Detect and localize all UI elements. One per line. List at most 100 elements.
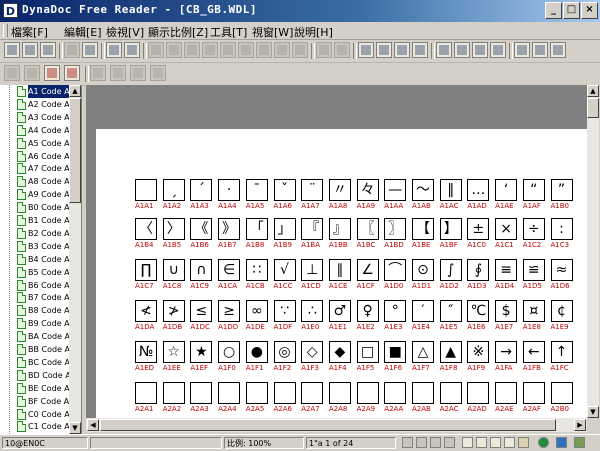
arrow-right-icon[interactable] bbox=[130, 65, 146, 81]
zoom-out-icon[interactable] bbox=[454, 42, 470, 58]
monitor-icon[interactable] bbox=[514, 42, 530, 58]
tool-4-icon[interactable] bbox=[202, 42, 218, 58]
menu-help[interactable]: 說明[H] bbox=[294, 24, 333, 40]
save-icon[interactable] bbox=[64, 42, 80, 58]
menu-zoom[interactable]: 顯示比例[Z] bbox=[148, 24, 208, 40]
status-tree-icon[interactable] bbox=[574, 437, 585, 448]
fit-page-icon[interactable] bbox=[490, 42, 506, 58]
document-icon bbox=[17, 356, 26, 368]
nav-back-icon[interactable] bbox=[4, 65, 20, 81]
document-icon bbox=[17, 163, 26, 175]
glyph-code-label: A1D0 bbox=[384, 282, 404, 290]
undo-icon[interactable] bbox=[316, 42, 332, 58]
menu-edit[interactable]: 編輯[E] bbox=[64, 24, 102, 40]
tool-9-icon[interactable] bbox=[292, 42, 308, 58]
tool-8-icon[interactable] bbox=[274, 42, 290, 58]
glyph-cell: ≈ bbox=[550, 259, 573, 281]
document-icon bbox=[17, 395, 26, 407]
status-globe-icon[interactable] bbox=[538, 437, 549, 448]
status-tool-3-icon[interactable] bbox=[490, 437, 501, 448]
menu-tools[interactable]: 工具[T] bbox=[210, 24, 247, 40]
menu-window[interactable]: 視窗[W] bbox=[252, 24, 293, 40]
viewer-vscroll-thumb[interactable] bbox=[587, 98, 599, 118]
tool-3-icon[interactable] bbox=[184, 42, 200, 58]
glyph-code-label: A1BC bbox=[356, 241, 376, 249]
arrow-left-icon[interactable] bbox=[150, 65, 166, 81]
glyph-cell: 〈 bbox=[135, 218, 157, 240]
status-last-page-icon[interactable] bbox=[444, 437, 455, 448]
viewer-hscroll-thumb[interactable] bbox=[100, 419, 556, 431]
tree-scroll-up-button[interactable]: ▲ bbox=[69, 85, 81, 97]
app-icon[interactable]: D bbox=[3, 3, 18, 18]
glyph-cell: ※ bbox=[467, 341, 490, 363]
tree-item-label: BC Code A bbox=[28, 357, 70, 367]
maximize-button[interactable]: □ bbox=[563, 2, 580, 19]
glyph-cell: ∵ bbox=[273, 300, 296, 322]
page-1-icon[interactable] bbox=[358, 42, 374, 58]
page-2-icon[interactable] bbox=[376, 42, 392, 58]
viewer-scroll-down-button[interactable]: ▼ bbox=[587, 406, 599, 418]
tool-7-icon[interactable] bbox=[256, 42, 272, 58]
hand-icon[interactable] bbox=[106, 42, 122, 58]
glyph-code-label: A1F9 bbox=[467, 364, 486, 372]
delete-icon[interactable] bbox=[44, 65, 60, 81]
viewer-scroll-left-button[interactable]: ◀ bbox=[87, 419, 99, 431]
tool-2-icon[interactable] bbox=[166, 42, 182, 58]
delete-icon-glyph bbox=[47, 68, 57, 78]
status-first-page-icon[interactable] bbox=[402, 437, 413, 448]
document-viewer[interactable]: A1A1 ˏ A1A2 ˊ A1A3 · A1A4 ˉ A1A5 ˇ A1A6 ¨ A1A7 〃 A1A8 々… bbox=[86, 85, 587, 418]
viewer-scroll-up-button[interactable]: ▲ bbox=[587, 85, 599, 97]
glyph-code-label: A1F4 bbox=[328, 364, 347, 372]
fit-width-icon[interactable] bbox=[472, 42, 488, 58]
tree-item-label: BA Code A bbox=[28, 332, 70, 342]
status-tool-2-icon[interactable] bbox=[476, 437, 487, 448]
tool-11-icon[interactable] bbox=[110, 65, 126, 81]
tool-5-icon[interactable] bbox=[220, 42, 236, 58]
glyph-code-label: A1AF bbox=[522, 202, 541, 210]
text-cursor-icon[interactable] bbox=[124, 42, 140, 58]
menu-file[interactable]: 檔案[F] bbox=[11, 24, 48, 40]
tree-scrollbar[interactable]: ▲ ▼ bbox=[69, 85, 81, 434]
nav-prev-icon[interactable] bbox=[24, 65, 40, 81]
tool-6-icon[interactable] bbox=[238, 42, 254, 58]
viewer-vertical-scrollbar[interactable]: ▲ ▼ bbox=[587, 85, 599, 418]
print-icon[interactable] bbox=[82, 42, 98, 58]
status-tool-5-icon[interactable] bbox=[518, 437, 529, 448]
page-3-icon[interactable] bbox=[394, 42, 410, 58]
status-bar: 10@EN0C 比例: 100% 1"a 1 of 24 bbox=[0, 434, 600, 451]
glyph-code-label: A1DD bbox=[218, 323, 239, 331]
open-icon[interactable] bbox=[22, 42, 38, 58]
library-icon[interactable] bbox=[532, 42, 548, 58]
glyph-code-label: A1AD bbox=[467, 202, 487, 210]
tool-1-icon[interactable] bbox=[148, 42, 164, 58]
toolbar-separator bbox=[353, 43, 357, 59]
viewer-horizontal-scrollbar[interactable]: ◀ ▶ bbox=[86, 418, 587, 432]
tree-scroll-thumb[interactable] bbox=[69, 98, 81, 203]
status-tool-1-icon[interactable] bbox=[462, 437, 473, 448]
zoom-in-icon[interactable] bbox=[436, 42, 452, 58]
close-button[interactable]: × bbox=[581, 2, 598, 19]
tree-scroll-down-button[interactable]: ▼ bbox=[69, 422, 81, 434]
glyph-code-label: A1ED bbox=[135, 364, 155, 372]
status-prev-page-icon[interactable] bbox=[416, 437, 427, 448]
window-icon[interactable] bbox=[64, 65, 80, 81]
status-tool-4-icon[interactable] bbox=[504, 437, 515, 448]
tree-item-label: A2 Code A bbox=[28, 99, 70, 109]
menu-view[interactable]: 檢視[V] bbox=[106, 24, 144, 40]
page-4-icon[interactable] bbox=[412, 42, 428, 58]
glyph-cell: 〃 bbox=[328, 179, 351, 201]
glyph-code-label: A1EE bbox=[162, 364, 181, 372]
status-next-page-icon[interactable] bbox=[430, 437, 441, 448]
minimize-button[interactable]: _ bbox=[545, 2, 562, 19]
tool-10-icon[interactable] bbox=[90, 65, 106, 81]
redo-icon[interactable] bbox=[334, 42, 350, 58]
viewer-scroll-right-button[interactable]: ▶ bbox=[574, 419, 586, 431]
glyph-cell: 「 bbox=[245, 218, 268, 240]
mail-icon[interactable] bbox=[550, 42, 566, 58]
text-select-icon[interactable] bbox=[4, 42, 20, 58]
status-help-icon[interactable] bbox=[556, 437, 567, 448]
document-icon bbox=[17, 86, 26, 97]
open-folder-icon[interactable] bbox=[40, 42, 56, 58]
glyph-cell: ∏ bbox=[135, 259, 157, 281]
glyph-code-label: A1CE bbox=[328, 282, 348, 290]
